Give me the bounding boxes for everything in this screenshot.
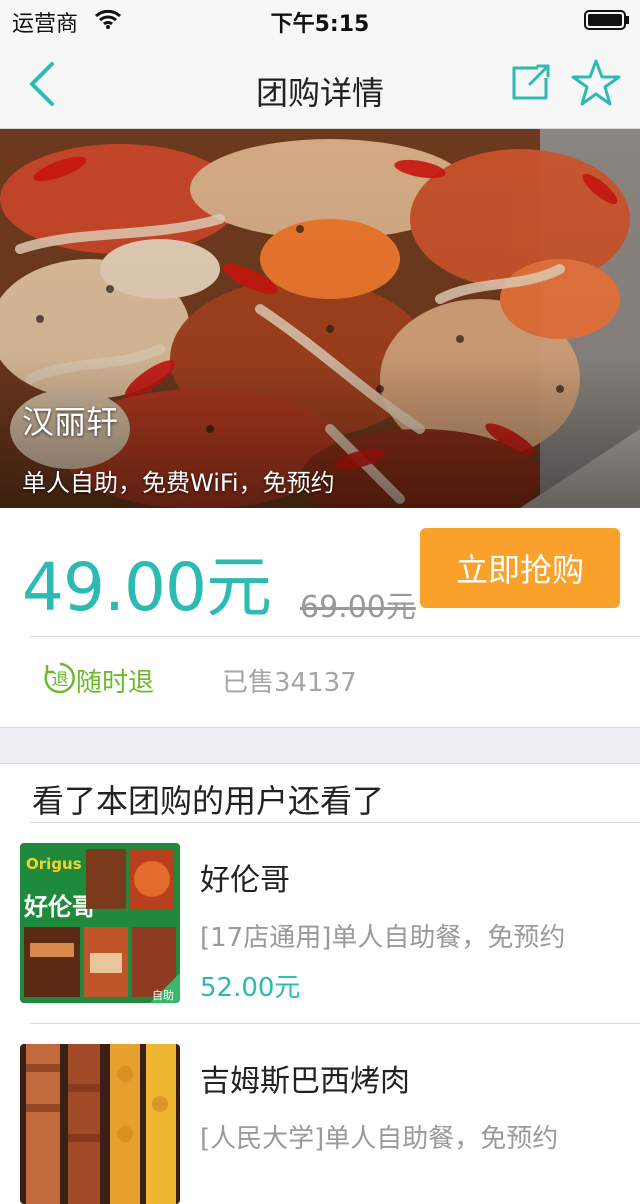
section-title: 看了本团购的用户还看了: [32, 782, 385, 820]
list-item[interactable]: Origus 好伦哥 自助 好伦哥 [17店通用]单人自助餐，免预约 52.00…: [0, 823, 640, 1024]
battery-icon: [584, 10, 629, 30]
haolunge-image: Origus 好伦哥 自助: [20, 843, 180, 1003]
item-name: 好伦哥: [200, 863, 290, 898]
favorite-star-icon[interactable]: [570, 58, 622, 108]
nav-bar: 团购详情: [0, 40, 640, 129]
item-price: 52.00元: [200, 973, 301, 1003]
buy-now-button[interactable]: 立即抢购: [420, 528, 620, 608]
list-item[interactable]: 吉姆斯巴西烤肉 [人民大学]单人自助餐，免预约: [0, 1024, 640, 1204]
bbq-skewer-image: [20, 1044, 180, 1204]
refund-label: 随时退: [76, 668, 155, 698]
current-price: 49.00元: [22, 549, 272, 626]
share-icon[interactable]: [508, 62, 554, 104]
crab-dish-image: [0, 129, 640, 508]
deal-tags: 单人自助，免费WiFi，免预约: [22, 469, 335, 497]
deal-photo: 汉丽轩 单人自助，免费WiFi，免预约: [0, 129, 640, 508]
refund-icon-char: 退: [52, 670, 69, 690]
thumb-badge: 自助: [152, 988, 174, 1002]
status-bar: 运营商 下午5:15: [0, 0, 640, 40]
recommendation-section: 看了本团购的用户还看了 Origus 好伦哥 自助 好伦哥 [17店通用]单人自…: [0, 764, 640, 1204]
divider: [30, 636, 640, 637]
deal-thumbnail: [20, 1044, 180, 1204]
refund-icon: 退: [44, 662, 75, 694]
price-section: 49.00元 69.00元 立即抢购 退 随时退 已售34137: [0, 508, 640, 728]
deal-thumbnail: Origus 好伦哥 自助: [20, 843, 180, 1003]
deal-merchant-name: 汉丽轩: [22, 403, 119, 441]
item-name: 吉姆斯巴西烤肉: [200, 1064, 410, 1099]
clock: 下午5:15: [270, 12, 370, 37]
item-description: [17店通用]单人自助餐，免预约: [200, 923, 566, 953]
original-price: 69.00元: [300, 590, 416, 625]
thumb-brand: Origus: [26, 855, 82, 873]
item-description: [人民大学]单人自助餐，免预约: [200, 1124, 559, 1154]
section-gap: [0, 728, 640, 764]
thumb-name: 好伦哥: [23, 893, 96, 921]
sold-count: 已售34137: [222, 668, 357, 698]
